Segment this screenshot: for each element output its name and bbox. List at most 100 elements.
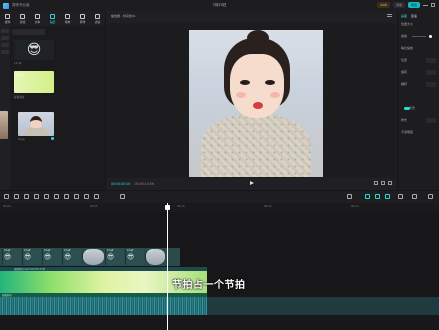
category-item[interactable] [1, 43, 9, 47]
position-row: 位置 [401, 54, 436, 66]
sticker-clip[interactable]: 13.gif 😎 [2, 249, 21, 265]
preview-axis-icon[interactable] [398, 194, 403, 199]
redo-icon[interactable] [24, 194, 29, 199]
menu-icon[interactable] [387, 14, 392, 17]
right-cheek-shape [270, 92, 280, 98]
tab-effects[interactable]: 特效 [64, 13, 70, 24]
tab-stickers[interactable]: 贴纸 [49, 13, 55, 24]
lips-shape [253, 102, 263, 109]
split-icon[interactable] [34, 194, 39, 199]
left-cheek-shape [236, 92, 246, 98]
background-toggle[interactable] [404, 106, 410, 110]
category-item[interactable] [1, 29, 9, 33]
rotation-field[interactable] [426, 69, 436, 75]
zoom-in-icon[interactable] [428, 194, 433, 199]
media-panel: 😎 13.gif 绿幕素材 9.jpg [0, 26, 105, 190]
svip-button[interactable]: SVIP [377, 2, 390, 8]
ratio-icon[interactable] [381, 181, 385, 185]
crop-icon[interactable] [374, 181, 378, 185]
media-thumb-partial[interactable] [0, 111, 8, 139]
tab-audio[interactable]: 音频 [20, 13, 25, 24]
audio-track[interactable] [0, 297, 439, 315]
preview-stage[interactable] [107, 23, 396, 178]
time-ruler[interactable]: 00:00 00:05 00:10 00:15 00:20 [0, 203, 439, 212]
media-search-input[interactable] [12, 29, 45, 35]
reverse-icon[interactable] [64, 194, 69, 199]
media-caption: 9.jpg [18, 138, 25, 141]
inspector-section-title: 位置大小 [401, 22, 414, 26]
rotate-icon[interactable] [84, 194, 89, 199]
media-thumb-greenscreen[interactable] [14, 71, 54, 93]
mirror-icon[interactable] [74, 194, 79, 199]
emoji-icon: 😎 [44, 253, 52, 261]
ruler-tick: 00:05 [90, 205, 98, 208]
tab-transitions[interactable]: 转场 [79, 13, 85, 24]
sticker-clip[interactable]: 13.gif 😎 [125, 249, 144, 265]
zoom-out-icon[interactable] [412, 194, 417, 199]
tab-filters[interactable]: 滤镜 [94, 13, 100, 24]
media-tabs: 媒体 音频 文本 贴纸 特效 转场 滤镜 [0, 11, 105, 26]
select-icon[interactable] [4, 194, 9, 199]
transition-icon [79, 13, 85, 19]
play-icon[interactable] [250, 181, 254, 185]
fullscreen-icon[interactable] [388, 181, 392, 185]
tab-picture[interactable]: 画面 [401, 14, 407, 18]
flip-button[interactable] [426, 81, 436, 87]
sticker-clip[interactable]: 13.gif 😎 [62, 249, 81, 265]
export-button[interactable]: 导出 [407, 2, 420, 8]
category-item[interactable] [1, 36, 9, 40]
playhead[interactable]: 1 [165, 203, 170, 330]
scale-slider-knob[interactable] [429, 34, 432, 38]
player-controls: 00:00:00:00 00:00:13:06 [107, 178, 396, 190]
emoji-icon: 😎 [24, 253, 32, 261]
sticker-clip[interactable]: 13.gif 😎 [42, 249, 61, 265]
microphone-icon[interactable] [347, 194, 352, 199]
emoji-icon: 😎 [107, 253, 115, 261]
freeze-icon[interactable] [54, 194, 59, 199]
scale-slider[interactable] [412, 35, 426, 37]
auto-snap-icon[interactable] [375, 194, 380, 199]
empty-track-area[interactable] [0, 315, 439, 330]
close-icon[interactable] [431, 3, 435, 7]
portrait-scarf-shape [24, 128, 48, 136]
timeline[interactable]: 00:00 00:05 00:10 00:15 00:20 13.gif 😎 13… [0, 203, 439, 330]
sticker-icon [49, 13, 55, 19]
media-thumb-photo[interactable] [18, 112, 54, 136]
app-logo-icon [3, 2, 9, 9]
minimize-icon[interactable] [423, 4, 428, 6]
photo-clip[interactable]: 9.jpg [82, 249, 104, 265]
share-button[interactable]: 分享 [392, 2, 405, 8]
right-eye-shape [265, 80, 275, 85]
position-field[interactable] [426, 57, 436, 63]
bg-style-select[interactable] [426, 117, 436, 123]
tab-text[interactable]: 文本 [34, 13, 40, 24]
video-editor-window: 剪映专业版 7月23日 SVIP 分享 导出 媒体 音频 文本 贴纸 特效 转场… [0, 0, 439, 330]
filter-icon [94, 13, 100, 19]
sticker-track[interactable]: 13.gif 😎 13.gif 😎 13.gif 😎 13.gif 😎 9.jpg 13… [0, 248, 180, 266]
tab-speed[interactable]: 变速 [411, 14, 417, 18]
tab-media[interactable]: 媒体 [5, 13, 10, 24]
preview-frame[interactable] [189, 30, 323, 177]
sticker-clip[interactable]: 13.gif 😎 [22, 249, 41, 265]
crop-tool-icon[interactable] [94, 194, 99, 199]
undo-icon[interactable] [14, 194, 19, 199]
effects-icon [64, 13, 70, 19]
photo-clip[interactable]: 15.gif [145, 249, 165, 265]
ruler-tick: 00:20 [351, 205, 359, 208]
category-item[interactable] [1, 50, 9, 54]
subtitle-overlay: 节拍占一个节拍 [172, 280, 246, 291]
link-icon[interactable] [385, 194, 390, 199]
main-track-magnet-icon[interactable] [365, 194, 370, 199]
text-icon [34, 13, 40, 19]
app-name: 剪映专业版 [12, 3, 30, 7]
flip-row: 翻转 [401, 78, 436, 90]
added-badge [16, 73, 24, 76]
uniform-scale-row: 等比缩放 [401, 46, 414, 50]
marker-tool-icon[interactable] [120, 194, 125, 199]
media-thumb-gif[interactable]: 😎 [14, 40, 54, 60]
sticker-clip[interactable]: 13.gif 😎 [105, 249, 124, 265]
hair-bun-shape [247, 30, 269, 46]
add-to-timeline-icon[interactable] [51, 137, 54, 140]
audio-waveform [0, 297, 207, 315]
delete-icon[interactable] [44, 194, 49, 199]
